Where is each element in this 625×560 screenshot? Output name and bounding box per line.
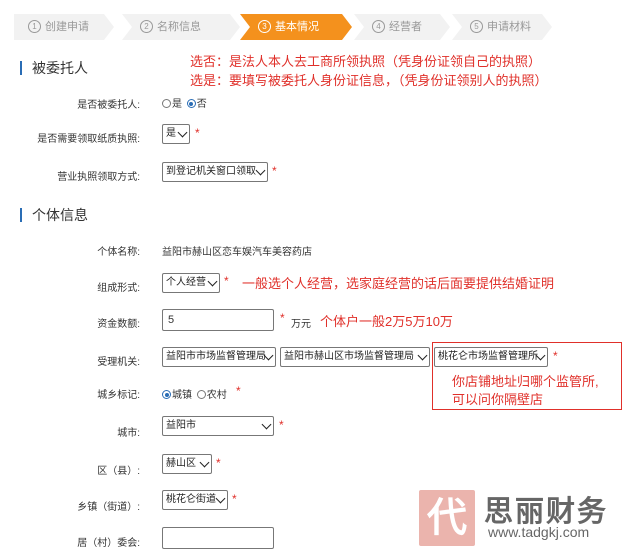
business-name-value: 益阳市赫山区恋车娱汽车美容药店 xyxy=(162,247,312,258)
step-materials[interactable]: 5 申请材料 xyxy=(452,14,552,40)
chevron-down-icon xyxy=(177,127,188,138)
step-label: 申请材料 xyxy=(487,21,531,33)
chevron-down-icon xyxy=(199,457,210,468)
required-star: * xyxy=(216,456,221,470)
step-label: 经营者 xyxy=(389,21,422,33)
select-value: 到登记机关窗口领取 xyxy=(166,166,256,177)
select-value: 益阳市赫山区市场监督管理局 xyxy=(284,351,414,362)
annotation-office-line1: 你店铺地址归哪个监管所, xyxy=(452,374,599,389)
radio-urban-label: 城镇 xyxy=(172,390,192,401)
chevron-down-icon xyxy=(261,419,272,430)
annotation-office-line2: 可以问你隔壁店 xyxy=(452,392,544,407)
receive-method-select[interactable]: 到登记机关窗口领取 xyxy=(162,162,268,182)
select-value: 赫山区 xyxy=(166,458,196,469)
step-operator[interactable]: 4 经营者 xyxy=(354,14,450,40)
radio-yes-label: 是 xyxy=(172,99,182,110)
step-label: 创建申请 xyxy=(45,21,89,33)
village-committee-input[interactable] xyxy=(162,527,274,549)
select-value: 桃花仑街道 xyxy=(166,494,216,505)
district-label: 区（县）: xyxy=(97,466,140,477)
chevron-down-icon xyxy=(417,350,428,361)
required-star: * xyxy=(195,126,200,140)
need-paper-license-label: 是否需要领取纸质执照: xyxy=(37,134,140,145)
watermark-logo: 代 xyxy=(419,490,475,546)
capital-label: 资金数额: xyxy=(97,319,140,330)
step-number: 5 xyxy=(470,20,483,33)
required-star: * xyxy=(280,311,285,325)
required-star: * xyxy=(279,418,284,432)
is-entrusted-radio-group: 是 否 xyxy=(162,95,207,110)
select-value: 益阳市 xyxy=(166,420,196,431)
city-label: 城市: xyxy=(117,428,140,439)
step-number: 4 xyxy=(372,20,385,33)
is-entrusted-label: 是否被委托人: xyxy=(77,100,140,111)
radio-rural-label: 农村 xyxy=(206,390,227,401)
step-label: 名称信息 xyxy=(157,21,201,33)
village-committee-label: 居（村）委会: xyxy=(77,538,140,549)
receive-method-label: 营业执照领取方式: xyxy=(57,172,140,183)
section-title-individual: 个体信息 xyxy=(20,208,88,222)
town-label: 乡镇（街道）: xyxy=(77,502,140,513)
select-value: 益阳市市场监督管理局 xyxy=(166,351,266,362)
step-name-info[interactable]: 2 名称信息 xyxy=(122,14,240,40)
authority-city-select[interactable]: 益阳市市场监督管理局 xyxy=(162,347,276,367)
radio-yes[interactable] xyxy=(162,99,171,108)
need-paper-license-select[interactable]: 是 xyxy=(162,124,190,144)
select-value: 个人经营 xyxy=(166,277,206,288)
annotation-capital: 个体户一般2万5万10万 xyxy=(320,314,453,329)
town-select[interactable]: 桃花仑街道 xyxy=(162,490,228,510)
step-label: 基本情况 xyxy=(275,21,319,33)
radio-no-label: 否 xyxy=(196,99,207,110)
annotation-entrust-no: 选否：是法人本人去工商所领执照（凭身份证领自己的执照） xyxy=(190,54,542,69)
step-create-application[interactable]: 1 创建申请 xyxy=(14,14,114,40)
radio-no[interactable] xyxy=(186,99,196,108)
city-select[interactable]: 益阳市 xyxy=(162,416,274,436)
annotation-entrust-yes: 选是：要填写被委托人身份证信息，（凭身份证领别人的执照） xyxy=(190,73,548,88)
district-select[interactable]: 赫山区 xyxy=(162,454,212,474)
section-title-entrusted: 被委托人 xyxy=(20,61,88,75)
step-number: 2 xyxy=(140,20,153,33)
step-number: 1 xyxy=(28,20,41,33)
urban-rural-radio-group: 城镇 农村 xyxy=(162,386,227,401)
urban-rural-label: 城乡标记: xyxy=(97,390,140,401)
watermark-url: www.tadgkj.com xyxy=(488,524,590,540)
step-number: 3 xyxy=(258,20,271,33)
chevron-down-icon xyxy=(255,165,266,176)
capital-unit: 万元 xyxy=(291,319,311,330)
annotation-composition: 一般选个人经营，选家庭经营的话后面要提供结婚证明 xyxy=(242,276,555,291)
composition-form-select[interactable]: 个人经营 xyxy=(162,273,220,293)
radio-urban[interactable] xyxy=(162,390,171,399)
radio-rural[interactable] xyxy=(196,390,206,399)
chevron-down-icon xyxy=(207,276,218,287)
composition-form-label: 组成形式: xyxy=(97,283,140,294)
required-star: * xyxy=(236,384,241,398)
step-basic-info[interactable]: 3 基本情况 xyxy=(240,14,352,40)
required-star: * xyxy=(232,492,237,506)
capital-input[interactable]: 5 xyxy=(162,309,274,331)
step-progress-bar: 1 创建申请 2 名称信息 3 基本情况 4 经营者 5 申请材料 xyxy=(14,14,554,40)
required-star: * xyxy=(224,274,229,288)
select-value: 是 xyxy=(166,128,176,139)
watermark-logo-char: 代 xyxy=(427,496,467,540)
authority-label: 受理机关: xyxy=(97,357,140,368)
required-star: * xyxy=(272,164,277,178)
chevron-down-icon xyxy=(215,493,226,504)
authority-district-select[interactable]: 益阳市赫山区市场监督管理局 xyxy=(280,347,430,367)
business-name-label: 个体名称: xyxy=(97,247,140,258)
